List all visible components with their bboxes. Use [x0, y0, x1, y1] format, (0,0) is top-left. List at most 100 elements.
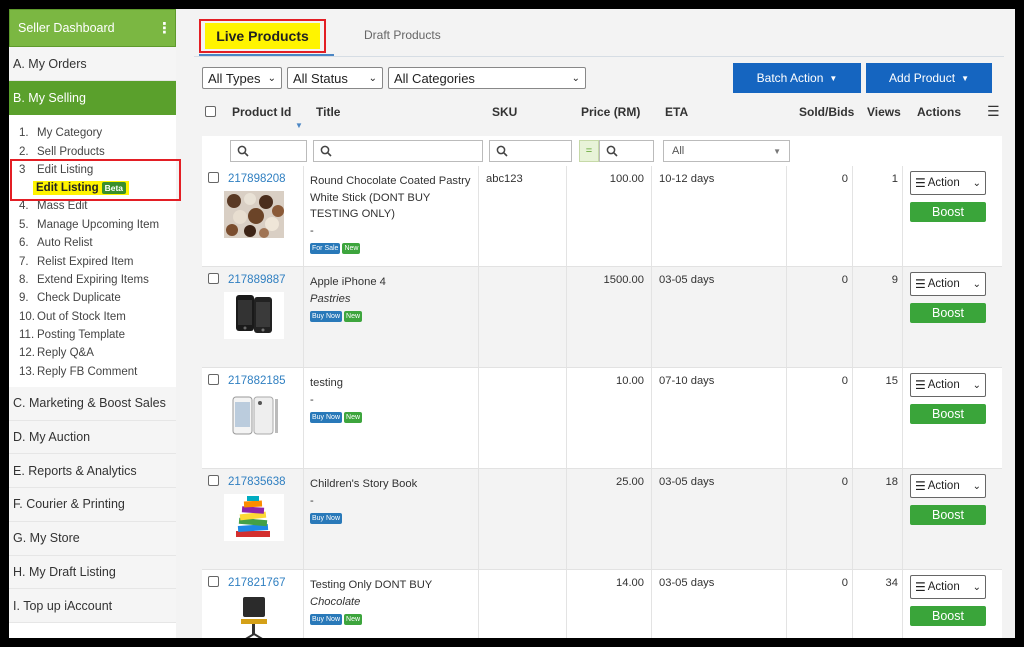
sidebar-section-label: D. My Auction: [13, 430, 91, 445]
product-id-link[interactable]: 217898208: [228, 173, 286, 185]
product-id-search-input[interactable]: [230, 140, 307, 162]
product-tabs: Live Products Draft Products: [194, 9, 1004, 57]
select-value: Action: [927, 379, 960, 391]
header-title[interactable]: Title: [316, 105, 340, 119]
boost-button[interactable]: Boost: [910, 303, 986, 323]
sidebar-item-reply-fb[interactable]: 13. Reply FB Comment: [9, 363, 176, 381]
sidebar-item-mass-edit[interactable]: 4. Mass Edit: [9, 197, 176, 215]
sidebar-section-orders[interactable]: A. My Orders: [9, 47, 176, 81]
action-select[interactable]: ☰ Action ⌄: [910, 474, 986, 498]
boost-button[interactable]: Boost: [910, 606, 986, 626]
sidebar-item-reply-qa[interactable]: 12. Reply Q&A: [9, 344, 176, 362]
sort-desc-icon[interactable]: ▼: [295, 121, 303, 130]
tab-draft-products[interactable]: Draft Products: [364, 28, 441, 42]
menu-lines-icon: ☰: [915, 378, 926, 392]
header-sold-bids[interactable]: Sold/Bids: [799, 105, 854, 119]
add-product-button[interactable]: Add Product ▼: [866, 63, 992, 93]
eta-filter-select[interactable]: All ▼: [663, 140, 790, 162]
status-select[interactable]: All Status ⌄: [287, 67, 383, 89]
sidebar-item-check-duplicate[interactable]: 9. Check Duplicate: [9, 289, 176, 307]
row-checkbox[interactable]: [208, 475, 219, 486]
product-title: Testing Only DONT BUY: [310, 579, 433, 591]
sidebar-item-edit-listing[interactable]: 3 Edit Listing: [9, 161, 176, 179]
header-sku[interactable]: SKU: [492, 105, 517, 119]
product-thumbnail-chair[interactable]: [224, 595, 284, 638]
row-checkbox[interactable]: [208, 273, 219, 284]
header-product-id[interactable]: Product Id: [232, 105, 291, 119]
product-thumbnail-chocolates[interactable]: [224, 191, 284, 238]
menu-lines-icon: ☰: [915, 277, 926, 291]
header-price[interactable]: Price (RM): [581, 105, 640, 119]
product-id-link[interactable]: 217882185: [228, 375, 286, 387]
product-id-link[interactable]: 217835638: [228, 476, 286, 488]
price-search-input[interactable]: [599, 140, 654, 162]
row-checkbox[interactable]: [208, 172, 219, 183]
sidebar: Seller Dashboard ⋮ A. My Orders B. My Se…: [9, 9, 181, 638]
badge-group: Buy Now: [310, 513, 475, 524]
product-sold: 0: [841, 577, 848, 589]
product-thumbnail-iphone-white[interactable]: [224, 393, 284, 440]
sidebar-section-draft[interactable]: H. My Draft Listing: [9, 555, 176, 590]
types-select[interactable]: All Types ⌄: [202, 67, 282, 89]
sidebar-subitem-edit-listing-beta[interactable]: Edit Listing Beta: [9, 179, 176, 197]
sidebar-item-auto-relist[interactable]: 6. Auto Relist: [9, 234, 176, 252]
product-title: Children's Story Book: [310, 478, 418, 490]
product-thumbnail-books[interactable]: [224, 494, 284, 541]
price-operator-button[interactable]: =: [579, 140, 599, 162]
sidebar-item-relist-expired[interactable]: 7. Relist Expired Item: [9, 252, 176, 270]
batch-action-button[interactable]: Batch Action ▼: [733, 63, 861, 93]
product-thumbnail-iphone-black[interactable]: [224, 292, 284, 339]
search-icon: [496, 145, 508, 157]
caret-down-icon: ▼: [773, 146, 781, 156]
product-sold: 0: [841, 173, 848, 185]
header-eta[interactable]: ETA: [665, 105, 688, 119]
action-select[interactable]: ☰ Action ⌄: [910, 171, 986, 195]
action-select[interactable]: ☰ Action ⌄: [910, 373, 986, 397]
product-sold: 0: [841, 476, 848, 488]
product-title-block: testing - Buy Now New: [310, 375, 475, 423]
sidebar-item-posting-template[interactable]: 11. Posting Template: [9, 326, 176, 344]
buy-now-badge: Buy Now: [310, 513, 343, 524]
product-id-link[interactable]: 217889887: [228, 274, 286, 286]
select-value: Action: [927, 177, 960, 189]
sidebar-item-manage-upcoming[interactable]: 5. Manage Upcoming Item: [9, 216, 176, 234]
product-id-link[interactable]: 217821767: [228, 577, 286, 589]
sidebar-section-marketing[interactable]: C. Marketing & Boost Sales: [9, 387, 176, 421]
select-all-checkbox[interactable]: [205, 106, 216, 117]
action-select[interactable]: ☰ Action ⌄: [910, 272, 986, 296]
sidebar-section-topup[interactable]: I. Top up iAccount: [9, 589, 176, 623]
sidebar-item-extend-expiring[interactable]: 8. Extend Expiring Items: [9, 271, 176, 289]
column-menu-icon[interactable]: ☰: [987, 103, 1000, 120]
sidebar-header[interactable]: Seller Dashboard ⋮: [9, 9, 176, 47]
more-vertical-icon[interactable]: ⋮: [157, 19, 172, 37]
boost-button[interactable]: Boost: [910, 202, 986, 222]
chevron-down-icon: ⌄: [571, 72, 580, 84]
sidebar-section-label: C. Marketing & Boost Sales: [13, 396, 166, 411]
action-select[interactable]: ☰ Action ⌄: [910, 575, 986, 599]
sidebar-item-sell-products[interactable]: 2. Sell Products: [9, 142, 176, 160]
sidebar-section-store[interactable]: G. My Store: [9, 521, 176, 556]
title-search-input[interactable]: [313, 140, 483, 162]
sidebar-section-reports[interactable]: E. Reports & Analytics: [9, 454, 176, 489]
boost-button[interactable]: Boost: [910, 404, 986, 424]
product-title: testing: [310, 377, 343, 389]
categories-select[interactable]: All Categories ⌄: [388, 67, 586, 89]
item-number: 4.: [19, 200, 29, 213]
active-tab-indicator: [199, 54, 334, 56]
row-checkbox[interactable]: [208, 374, 219, 385]
sidebar-title: Seller Dashboard: [18, 21, 115, 35]
row-checkbox[interactable]: [208, 576, 219, 587]
sku-search-input[interactable]: [489, 140, 572, 162]
boost-button[interactable]: Boost: [910, 505, 986, 525]
sidebar-section-courier[interactable]: F. Courier & Printing: [9, 488, 176, 522]
button-label: Add Product: [889, 71, 956, 85]
badge-group: For Sale New: [310, 243, 475, 254]
sidebar-item-out-of-stock[interactable]: 10. Out of Stock Item: [9, 308, 176, 326]
tab-live-products[interactable]: Live Products: [199, 19, 326, 53]
header-views[interactable]: Views: [867, 105, 901, 119]
sidebar-item-my-category[interactable]: 1. My Category: [9, 124, 176, 142]
sidebar-section-auction[interactable]: D. My Auction: [9, 420, 176, 455]
sidebar-section-selling[interactable]: B. My Selling: [9, 81, 176, 115]
beta-badge: Beta: [101, 182, 127, 195]
sidebar-section-label: G. My Store: [13, 531, 80, 546]
